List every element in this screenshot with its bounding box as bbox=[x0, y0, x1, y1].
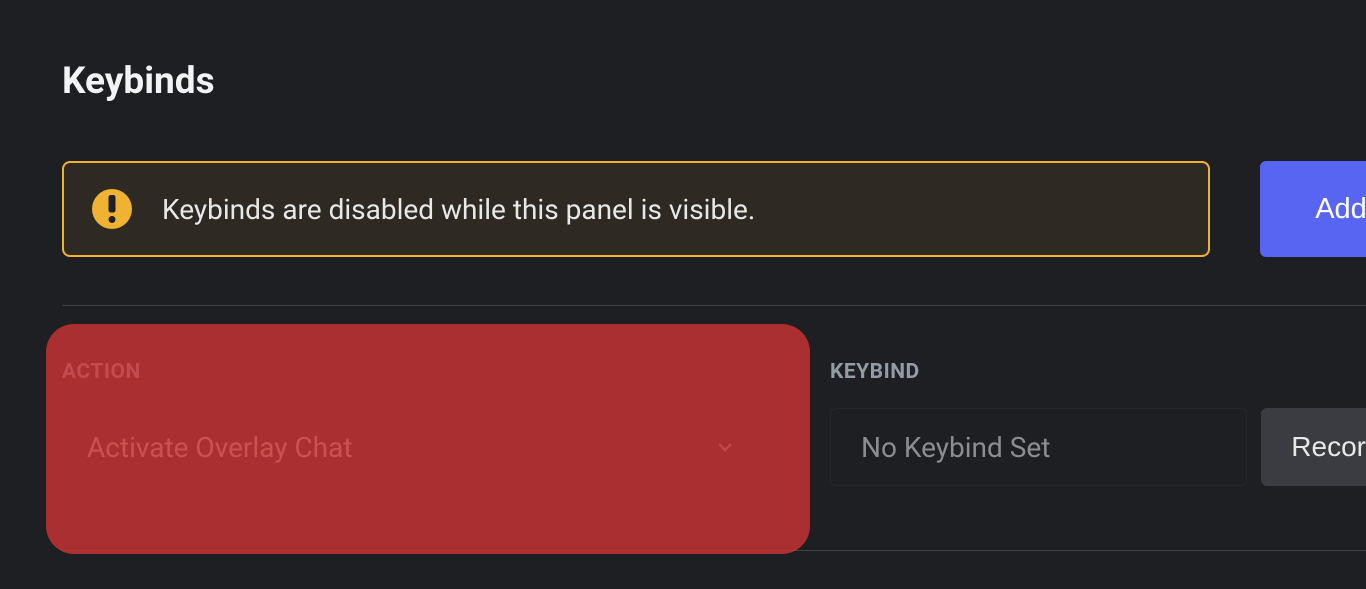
action-select[interactable]: Activate Overlay Chat bbox=[62, 408, 762, 486]
action-select-value: Activate Overlay Chat bbox=[87, 431, 352, 464]
warning-icon bbox=[92, 189, 132, 229]
action-column-label: ACTION bbox=[62, 360, 762, 384]
page-title: Keybinds bbox=[62, 60, 1366, 103]
add-keybind-button[interactable]: Add bbox=[1260, 161, 1366, 257]
warning-text: Keybinds are disabled while this panel i… bbox=[162, 193, 755, 226]
record-keybind-button[interactable]: Recor bbox=[1261, 408, 1366, 486]
chevron-down-icon bbox=[713, 435, 737, 459]
keybind-column-label: KEYBIND bbox=[830, 360, 1366, 384]
keybind-input[interactable]: No Keybind Set bbox=[830, 408, 1247, 486]
keybind-row: ACTION Activate Overlay Chat KEYBIND No … bbox=[62, 306, 1366, 486]
row-divider bbox=[62, 550, 1366, 551]
warning-banner: Keybinds are disabled while this panel i… bbox=[62, 161, 1210, 257]
